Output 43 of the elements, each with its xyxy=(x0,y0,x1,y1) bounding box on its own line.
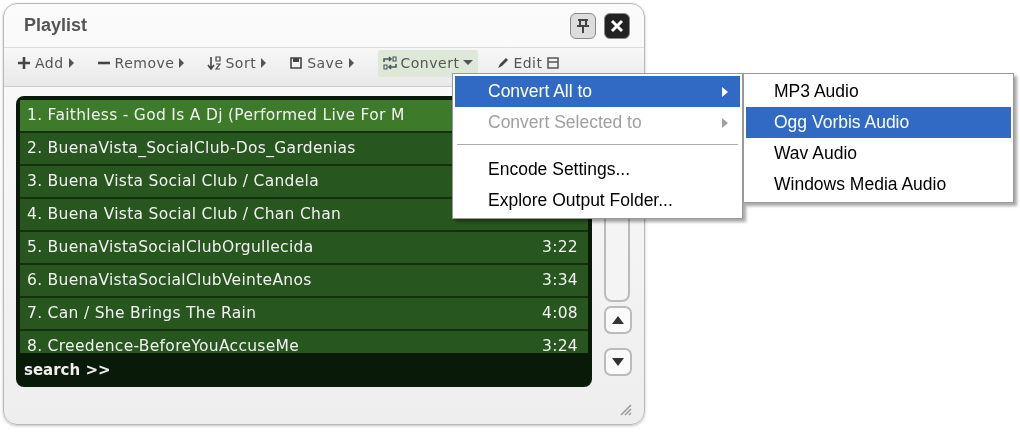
plus-icon xyxy=(17,56,31,70)
menu-item[interactable]: Windows Media Audio xyxy=(746,169,1011,200)
menu-item[interactable]: Explore Output Folder... xyxy=(455,185,740,216)
panel-icon xyxy=(546,57,559,69)
track-title[interactable]: 7. Can / She Brings The Rain xyxy=(27,301,257,326)
track-title[interactable]: 6. BuenaVistaSocialClubVeinteAnos xyxy=(27,268,312,293)
window-title: Playlist xyxy=(24,15,88,36)
down-arrow-icon xyxy=(612,358,624,366)
up-arrow-icon xyxy=(612,316,624,324)
resize-grip-icon[interactable] xyxy=(620,404,632,416)
caret-icon xyxy=(178,57,186,69)
save-icon xyxy=(289,56,304,70)
caret-icon xyxy=(347,57,355,69)
menu-item[interactable]: MP3 Audio xyxy=(746,76,1011,107)
pin-icon xyxy=(575,17,591,34)
pencil-icon xyxy=(495,56,510,70)
track-duration: 3:22 xyxy=(542,236,578,258)
toolbar-button[interactable]: Edit xyxy=(490,49,564,77)
track-duration: 3:24 xyxy=(542,335,578,353)
toolbar-button[interactable]: Convert xyxy=(377,49,479,77)
track-title[interactable]: 5. BuenaVistaSocialClubOrgullecida xyxy=(27,235,314,260)
menu-item[interactable]: Convert All to xyxy=(455,76,740,107)
caret-icon xyxy=(260,57,268,69)
convert-icon xyxy=(382,56,397,70)
track-title[interactable]: 8. Creedence-BeforeYouAccuseMe xyxy=(27,334,300,353)
toolbar-button[interactable]: Add xyxy=(12,49,80,77)
caret-icon xyxy=(67,57,75,69)
menu-item[interactable]: Wav Audio xyxy=(746,138,1011,169)
close-button[interactable] xyxy=(604,12,630,39)
menu-item[interactable]: Encode Settings... xyxy=(455,154,740,185)
toolbar-button[interactable]: Save xyxy=(284,49,360,77)
track-duration: 4:08 xyxy=(542,302,578,324)
scroll-up-button[interactable] xyxy=(604,306,632,334)
scroll-down-button[interactable] xyxy=(604,348,632,376)
sort-icon xyxy=(207,56,222,70)
toolbar-button[interactable]: Sort xyxy=(202,49,273,77)
track-duration: 3:34 xyxy=(542,269,578,291)
toolbar-button[interactable]: Remove xyxy=(91,49,191,77)
menu-item[interactable]: Ogg Vorbis Audio xyxy=(746,107,1011,138)
close-icon xyxy=(610,18,624,33)
track-title[interactable]: 1. Faithless - God Is A Dj (Performed Live For M xyxy=(27,103,405,128)
search-label[interactable]: search >> xyxy=(20,353,588,387)
pin-button[interactable] xyxy=(570,12,596,39)
